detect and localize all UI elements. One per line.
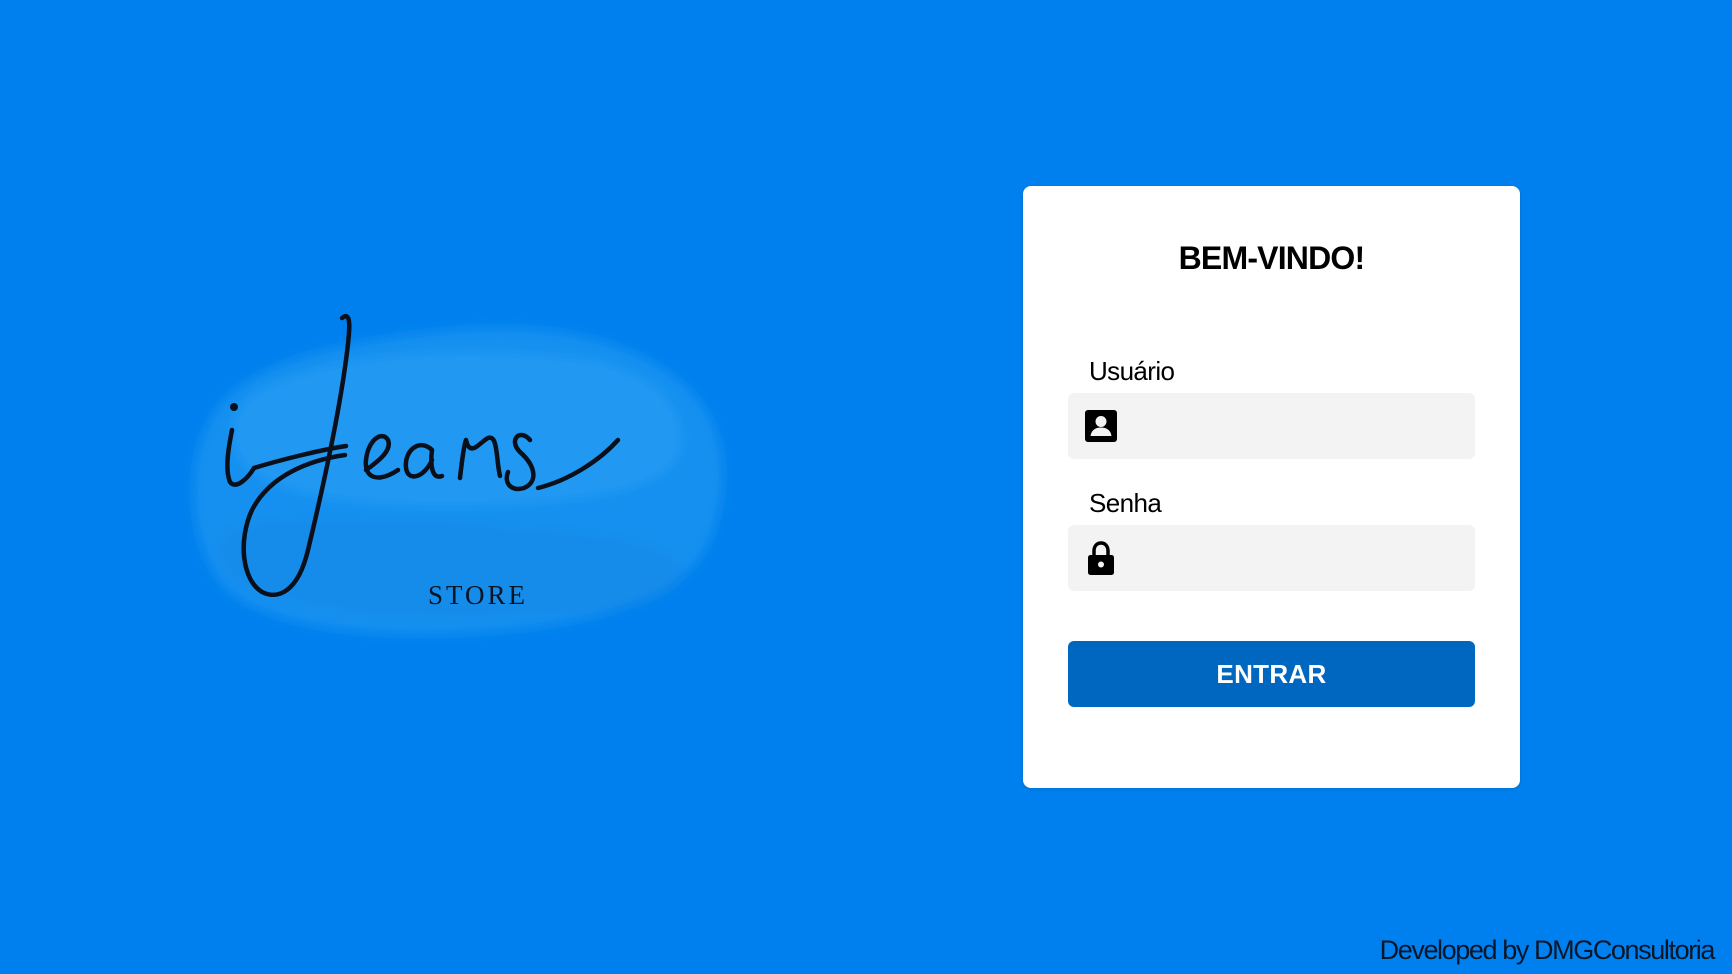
username-input[interactable]	[1134, 393, 1464, 459]
lock-icon	[1088, 541, 1114, 575]
welcome-title: BEM-VINDO!	[1178, 240, 1366, 276]
username-label: Usuário	[1089, 356, 1175, 386]
login-button[interactable]: ENTRAR	[1068, 641, 1475, 707]
logo-artwork	[193, 314, 724, 635]
password-field[interactable]	[1068, 525, 1475, 591]
user-badge-icon	[1085, 410, 1117, 442]
developer-credit: Developed by DMGConsultoria	[1379, 935, 1716, 965]
password-input[interactable]	[1134, 525, 1464, 591]
username-field[interactable]	[1068, 393, 1475, 459]
password-label: Senha	[1089, 488, 1162, 518]
login-screen: STORE BEM-VINDO! Usuário Senha ENTRAR De…	[0, 0, 1732, 974]
login-card: BEM-VINDO! Usuário Senha ENTRAR	[1023, 186, 1520, 788]
logo-store-text: STORE	[427, 580, 529, 610]
store-logo: STORE	[170, 300, 750, 670]
